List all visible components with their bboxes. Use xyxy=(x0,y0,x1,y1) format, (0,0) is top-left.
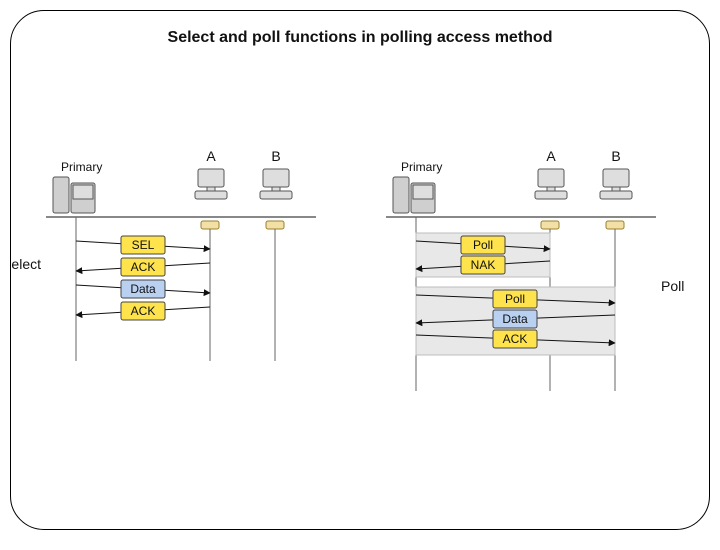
primary-icon xyxy=(53,177,95,213)
station-b-icon xyxy=(600,169,632,199)
msg-data-b: Data xyxy=(493,310,537,328)
station-b-label: B xyxy=(271,148,280,164)
node-a xyxy=(201,221,219,229)
station-a-icon xyxy=(195,169,227,199)
svg-text:Poll: Poll xyxy=(505,292,525,306)
msg-poll-b: Poll xyxy=(493,290,537,308)
left-caption: Select xyxy=(11,256,41,272)
msg-poll-a: Poll xyxy=(461,236,505,254)
left-panel: Primary A B SEL xyxy=(11,148,316,361)
svg-text:ACK: ACK xyxy=(131,260,156,274)
station-a-icon xyxy=(535,169,567,199)
svg-text:Data: Data xyxy=(502,312,528,326)
msg-data: Data xyxy=(121,280,165,298)
primary-icon xyxy=(393,177,435,213)
msg-ack-b: ACK xyxy=(493,330,537,348)
primary-label: Primary xyxy=(61,160,102,174)
node-a xyxy=(541,221,559,229)
station-a-label: A xyxy=(546,148,556,164)
msg-sel: SEL xyxy=(121,236,165,254)
msg-ack1: ACK xyxy=(121,258,165,276)
right-panel: Primary A B Poll xyxy=(386,148,684,391)
msg-nak: NAK xyxy=(461,256,505,274)
svg-text:NAK: NAK xyxy=(471,258,496,272)
svg-text:SEL: SEL xyxy=(132,238,155,252)
svg-text:Poll: Poll xyxy=(473,238,493,252)
primary-label: Primary xyxy=(401,160,442,174)
station-b-label: B xyxy=(611,148,620,164)
msg-ack2: ACK xyxy=(121,302,165,320)
svg-text:Data: Data xyxy=(130,282,156,296)
svg-text:ACK: ACK xyxy=(503,332,528,346)
slide-frame: Select and poll functions in polling acc… xyxy=(10,10,710,530)
svg-text:ACK: ACK xyxy=(131,304,156,318)
left-msgs: SEL ACK Data ACK xyxy=(76,236,210,320)
node-b xyxy=(266,221,284,229)
station-a-label: A xyxy=(206,148,216,164)
diagram-svg: Primary A B SEL xyxy=(11,11,710,530)
node-b xyxy=(606,221,624,229)
right-caption: Poll xyxy=(661,278,684,294)
station-b-icon xyxy=(260,169,292,199)
